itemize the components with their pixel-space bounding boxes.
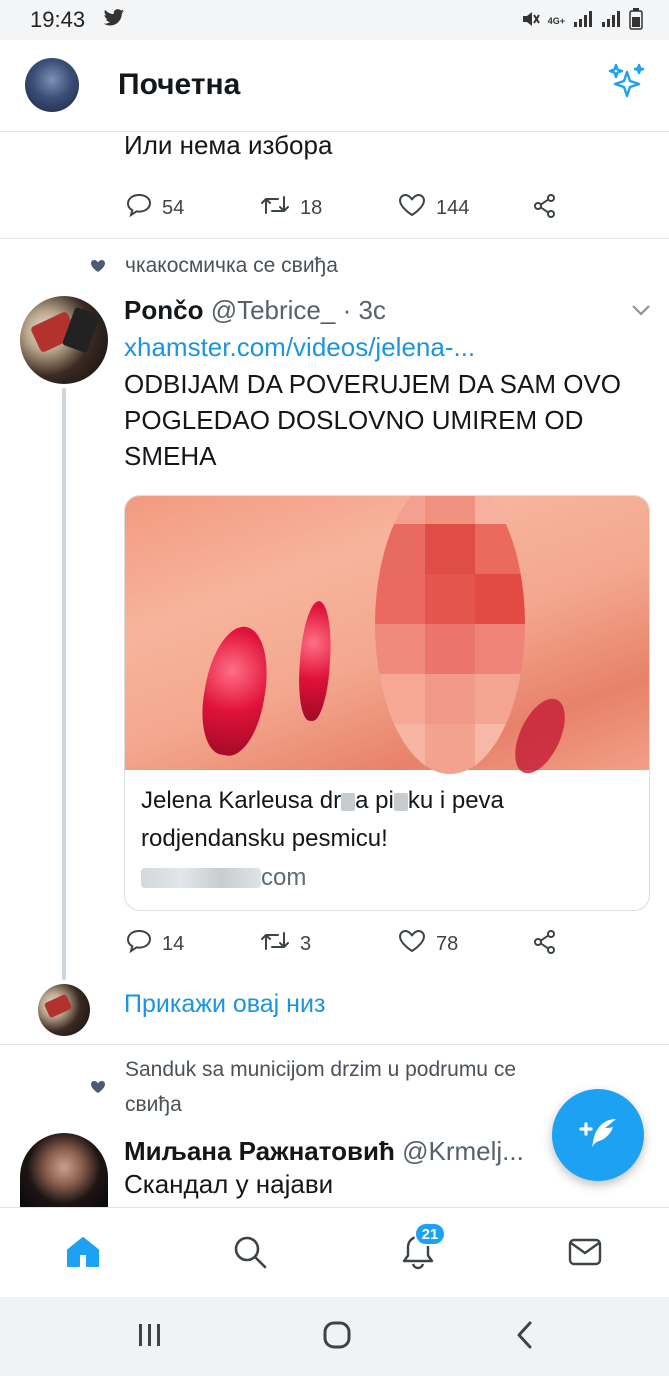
back-button[interactable] (505, 1321, 545, 1353)
card-title-part: Jelena Karleusa dr (141, 787, 342, 814)
reply-count: 54 (162, 196, 185, 219)
reply-button[interactable]: 14 (126, 929, 184, 959)
card-image-nail-2 (295, 600, 335, 722)
home-circle-icon (322, 1320, 352, 1355)
card-image-nail (194, 621, 276, 761)
reply-icon (126, 929, 152, 959)
status-time: 19:43 (30, 7, 86, 32)
author-handle[interactable]: @Tebrice_ (211, 295, 336, 325)
share-icon (532, 193, 558, 225)
compose-tweet-button[interactable] (552, 1089, 644, 1181)
card-image-detail (504, 691, 576, 781)
card-title-part: a pi (355, 787, 394, 814)
tweet-text-line3: SMEHA (124, 441, 217, 471)
nav-notifications[interactable]: 21 (394, 1222, 446, 1278)
author-avatar[interactable] (20, 1133, 108, 1209)
search-icon (232, 1234, 268, 1275)
tweet-link[interactable]: xhamster.com/videos/jelena-... (124, 326, 475, 368)
network-type: 4G+ (547, 16, 565, 26)
reply-count: 14 (162, 932, 185, 955)
social-context[interactable]: чкакосмичка се свиђа (125, 254, 338, 278)
heart-icon (398, 193, 426, 223)
status-bar: 19:43 4G+ (0, 0, 669, 40)
page-title: Почетна (118, 68, 241, 101)
top-app-bar: Почетна (0, 40, 669, 132)
signal-icon-2 (601, 10, 621, 33)
social-context[interactable]: Sanduk sa municijom drzim u podrumu ce (125, 1058, 516, 1082)
retweet-button[interactable]: 18 (260, 193, 322, 223)
share-button[interactable] (532, 193, 558, 225)
show-thread-link[interactable]: Прикажи овај низ (124, 990, 325, 1019)
liked-heart-icon (90, 1080, 106, 1099)
share-icon (532, 929, 558, 961)
twitter-bird-icon (103, 8, 125, 33)
compose-feather-icon (576, 1113, 620, 1158)
card-title-line2: rodjendansku pesmicu! (141, 825, 388, 852)
thread-line (62, 388, 66, 980)
retweet-icon (260, 929, 290, 959)
heart-icon (398, 929, 426, 959)
home-icon (65, 1235, 101, 1274)
tweet-divider (0, 238, 669, 239)
mail-icon (567, 1237, 603, 1272)
bottom-navigation: 21 (0, 1207, 669, 1297)
like-button[interactable]: 78 (398, 929, 458, 959)
censor-blur-small (341, 793, 356, 811)
card-domain-text: com (261, 864, 307, 891)
card-title: Jelena Karleusa dr a pi ku i peva rodjenda… (141, 782, 641, 858)
avatar-detail (43, 993, 73, 1019)
thread-avatar[interactable] (38, 984, 90, 1036)
share-button[interactable] (532, 929, 558, 961)
reply-button[interactable]: 54 (126, 193, 184, 223)
signal-icon (573, 10, 593, 33)
tweet-header: Pončo @Tebrice_ · 3с (124, 289, 386, 331)
card-domain: com (141, 864, 306, 892)
nav-search[interactable] (226, 1230, 274, 1278)
retweet-count: 18 (300, 196, 323, 219)
mute-icon (520, 9, 540, 34)
card-title-part: ku i peva (407, 787, 504, 814)
battery-icon (629, 8, 643, 35)
card-image (125, 496, 649, 781)
retweet-button[interactable]: 3 (260, 929, 311, 959)
sparkle-icon[interactable] (607, 62, 647, 107)
recent-apps-button[interactable] (130, 1321, 170, 1353)
like-count: 78 (436, 932, 459, 955)
home-system-button[interactable] (317, 1321, 357, 1353)
censor-blur (375, 496, 525, 774)
status-icons: 4G+ (520, 8, 643, 35)
tweet-text: Или нема избора (124, 130, 333, 160)
tweet-time: · 3с (342, 295, 386, 325)
profile-avatar[interactable] (25, 58, 79, 112)
author-name[interactable]: Миљана Ражнатовић (124, 1136, 395, 1166)
author-handle[interactable]: @Krmelj... (402, 1136, 524, 1166)
system-navigation-bar (0, 1297, 669, 1376)
tweet-text: Скандал у најави (124, 1169, 334, 1199)
recents-icon (136, 1322, 164, 1353)
nav-home[interactable] (59, 1230, 107, 1278)
retweet-icon (260, 193, 290, 223)
like-count: 144 (436, 196, 470, 219)
censor-blur-small (393, 793, 408, 811)
social-context-line2: свиђа (125, 1093, 182, 1116)
author-name[interactable]: Pončo (124, 295, 203, 325)
tweet-actions: 14 3 78 (124, 929, 564, 959)
like-button[interactable]: 144 (398, 193, 469, 223)
reply-icon (126, 193, 152, 223)
author-avatar[interactable] (20, 296, 108, 384)
chevron-down-icon[interactable] (630, 303, 652, 322)
liked-heart-icon (90, 259, 106, 278)
tweet-divider (0, 1044, 669, 1045)
notification-badge: 21 (414, 1222, 446, 1246)
nav-messages[interactable] (561, 1230, 609, 1278)
retweet-count: 3 (300, 932, 312, 955)
censor-blur-domain (141, 868, 261, 888)
back-chevron-icon (515, 1320, 535, 1355)
link-card[interactable]: Jelena Karleusa dr a pi ku i peva rodjenda… (124, 495, 650, 911)
tweet-actions: 54 18 144 (124, 193, 564, 223)
